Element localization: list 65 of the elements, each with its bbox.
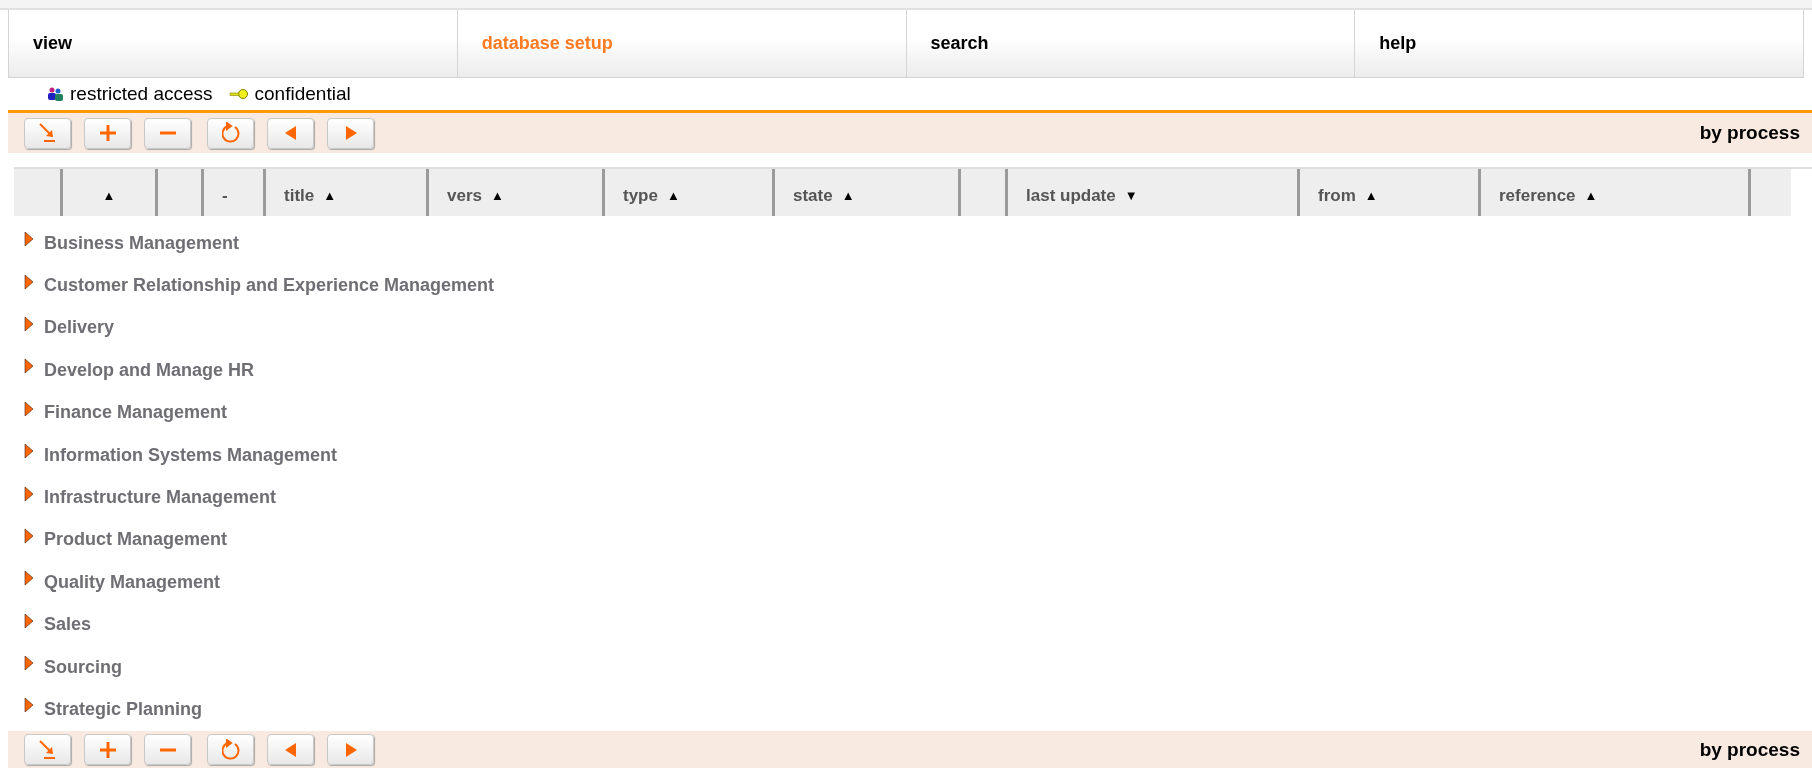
add-button[interactable] [84,117,131,149]
key-icon [228,88,249,100]
tree-item[interactable]: Finance Management [44,402,228,424]
tree-item[interactable]: Quality Management [44,571,221,593]
column-header[interactable]: last update ▼ [1005,169,1297,216]
collapsed-arrow-icon[interactable] [24,315,34,332]
column-header[interactable]: title ▲ [263,169,426,216]
tree-item[interactable]: Information Systems Management [44,444,338,466]
refresh-icon [221,738,240,761]
remove-button[interactable] [144,734,191,765]
refresh-icon [221,122,240,144]
collapsed-arrow-icon[interactable] [24,655,34,672]
view-mode-label: by process [1699,122,1801,144]
tree-item[interactable]: Delivery [44,317,115,339]
collapsed-arrow-icon[interactable] [24,612,34,629]
menu-tab[interactable]: help [1355,10,1803,77]
column-header[interactable]: vers ▲ [426,169,602,216]
menu-tab[interactable]: database setup [457,10,907,77]
tree-item[interactable]: Customer Relationship and Experience Management [44,275,495,297]
column-header[interactable] [958,169,1005,216]
column-header[interactable] [155,169,201,216]
menu-tab[interactable]: view [9,10,458,77]
tree-item[interactable]: Infrastructure Management [44,487,277,509]
column-header[interactable]: - [201,169,263,216]
import-icon [38,738,57,761]
import-button[interactable] [24,117,71,149]
tree-item[interactable]: Develop and Manage HR [44,359,255,381]
column-header[interactable]: reference ▲ [1478,169,1748,216]
collapsed-arrow-icon[interactable] [24,400,34,417]
collapsed-arrow-icon[interactable] [24,570,34,587]
previous-button[interactable] [267,734,314,765]
column-header[interactable]: state ▲ [772,169,958,216]
next-button[interactable] [327,117,374,149]
column-header[interactable]: ▲ [60,169,155,216]
add-icon [98,122,117,144]
add-button[interactable] [84,734,131,765]
collapsed-arrow-icon[interactable] [24,697,34,714]
column-header[interactable]: type ▲ [602,169,772,216]
refresh-button[interactable] [207,734,254,765]
previous-button[interactable] [267,117,314,149]
tree-item[interactable]: Sourcing [44,656,122,678]
legend-label: restricted access [70,83,213,105]
column-header[interactable] [1748,169,1791,216]
import-button[interactable] [24,734,71,765]
tree-item[interactable]: Strategic Planning [44,699,203,720]
tree-item[interactable]: Business Management [44,232,240,254]
legend-label: confidential [254,83,351,105]
remove-icon [158,747,177,752]
collapsed-arrow-icon[interactable] [24,273,34,290]
tree-item[interactable]: Product Management [44,529,228,551]
next-button[interactable] [327,734,374,765]
remove-button[interactable] [144,117,191,149]
collapsed-arrow-icon[interactable] [24,527,34,544]
column-header[interactable]: from ▲ [1297,169,1478,216]
collapsed-arrow-icon[interactable] [24,231,34,248]
people-icon [46,87,64,101]
collapsed-arrow-icon[interactable] [24,485,34,502]
collapsed-arrow-icon[interactable] [24,358,34,375]
view-mode-label: by process [1699,738,1801,761]
import-icon [38,122,57,144]
tree-item[interactable]: Sales [44,614,92,636]
remove-icon [158,131,177,135]
refresh-button[interactable] [207,117,254,149]
collapsed-arrow-icon[interactable] [24,443,34,460]
menu-tab[interactable]: search [906,10,1356,77]
